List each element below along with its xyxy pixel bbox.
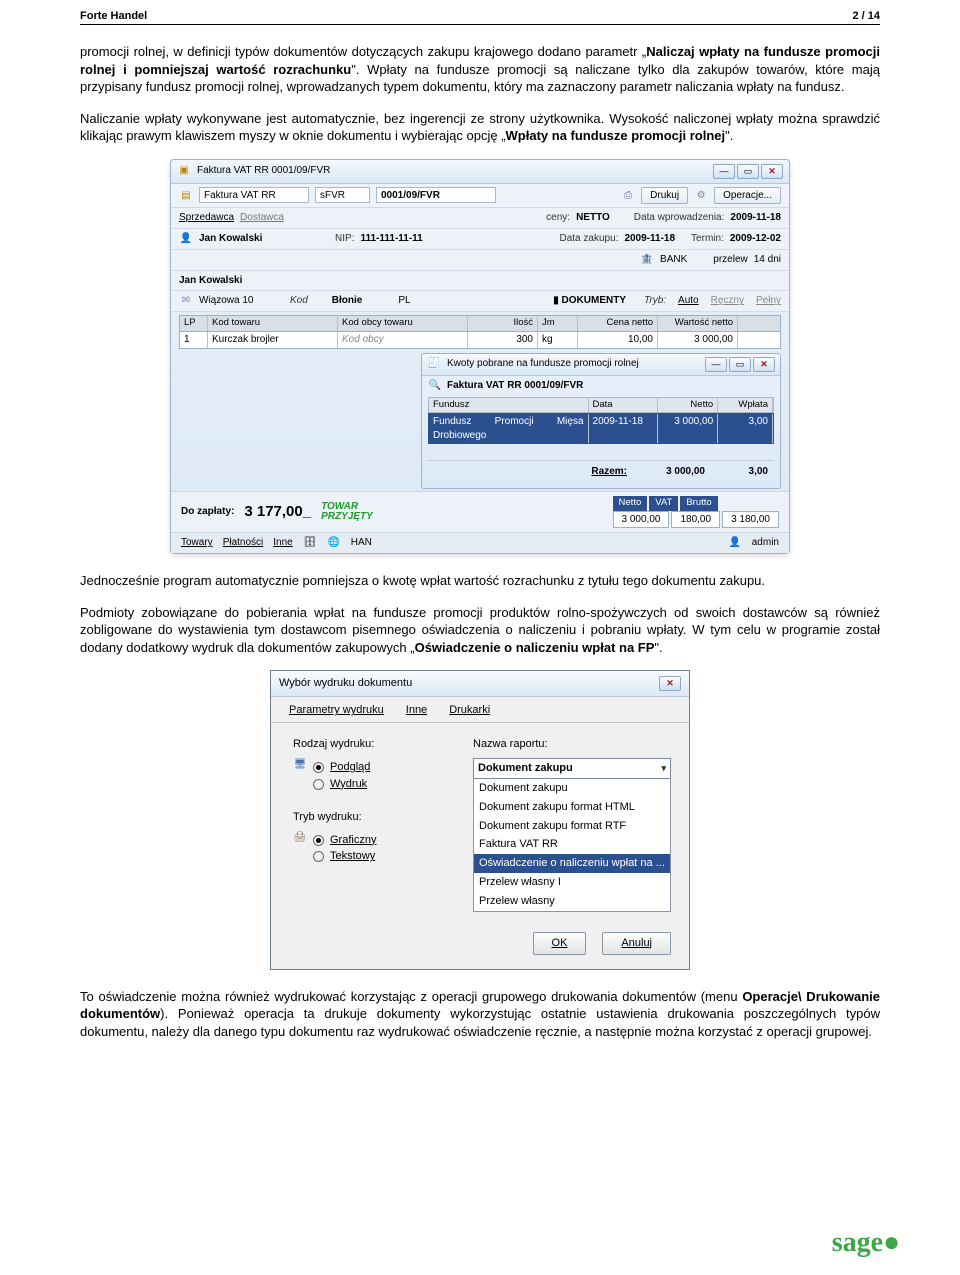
para-3: Jednocześnie program automatycznie pomni… — [80, 572, 880, 590]
number-field[interactable]: 0001/09/FVR — [376, 187, 496, 203]
globe-icon: 🌐 — [327, 536, 341, 550]
tab-dostawca[interactable]: Dostawca — [240, 211, 284, 225]
envelope-icon: ✉ — [179, 294, 193, 308]
cancel-button[interactable]: Anuluj — [602, 932, 671, 955]
minimize-button[interactable]: — — [713, 164, 735, 179]
sage-logo: sage● — [832, 1227, 900, 1259]
radio-tekstowy[interactable]: Tekstowy — [313, 849, 376, 864]
tab-platnosci[interactable]: Płatności — [223, 536, 264, 550]
ops-button[interactable]: Operacje... — [714, 187, 781, 205]
items-grid-row[interactable]: 1 Kurczak brojler Kod obcy 300 kg 10,00 … — [179, 332, 781, 349]
list-item[interactable]: Dokument zakupu format RTF — [474, 817, 670, 836]
fund-total-row: Razem: 3 000,00 3,00 — [428, 460, 774, 485]
rodzaj-label: Rodzaj wydruku: — [293, 737, 443, 752]
items-grid-header: LP Kod towaru Kod obcy towaru Ilość Jm C… — [179, 315, 781, 332]
dialog-close[interactable]: ✕ — [659, 676, 681, 691]
para-5: To oświadczenie można również wydrukować… — [80, 988, 880, 1041]
sub-close[interactable]: ✕ — [753, 357, 775, 372]
print-icon: ⎙ — [621, 188, 635, 202]
window-titlebar: ▣ Faktura VAT RR 0001/09/FVR — ▭ ✕ — [171, 160, 789, 184]
close-button[interactable]: ✕ — [761, 164, 783, 179]
tab-inne2[interactable]: Inne — [406, 703, 427, 722]
to-pay-value: 3 177,00_ — [244, 502, 311, 522]
tab-sprzedawca[interactable]: Sprzedawca — [179, 211, 234, 225]
list-item[interactable]: Dokument zakupu format HTML — [474, 798, 670, 817]
fund-grid-header: Fundusz Data Netto Wpłata — [428, 397, 774, 414]
para-4: Podmioty zobowiązane do pobierania wpłat… — [80, 604, 880, 657]
radio-podglad[interactable]: Podgląd — [313, 760, 370, 775]
nazwa-label: Nazwa raportu: — [473, 737, 671, 752]
fund-grid-row[interactable]: Fundusz Promocji Mięsa Drobiowego 2009-1… — [428, 413, 774, 444]
print-button[interactable]: Drukuj — [641, 187, 688, 205]
printer-icon: 🖨 — [293, 831, 307, 845]
header-rule — [80, 24, 880, 25]
radio-graficzny[interactable]: Graficzny — [313, 833, 376, 848]
seller-name: Jan Kowalski — [199, 232, 329, 246]
funds-subwindow: 🧾 Kwoty pobrane na fundusze promocji rol… — [421, 353, 781, 489]
tab-param[interactable]: Parametry wydruku — [289, 703, 384, 722]
doctype-field[interactable]: Faktura VAT RR — [199, 187, 309, 203]
radio-wydruk[interactable]: Wydruk — [313, 777, 370, 792]
report-combo[interactable]: Dokument zakupu▾ — [473, 758, 671, 779]
list-item[interactable]: Przelew własny — [474, 892, 670, 911]
list-item[interactable]: Dokument zakupu — [474, 779, 670, 798]
ok-button[interactable]: OK — [533, 932, 587, 955]
para-2: Naliczanie wpłaty wykonywane jest automa… — [80, 110, 880, 145]
chevron-down-icon: ▾ — [661, 762, 666, 774]
list-item[interactable]: Faktura VAT RR — [474, 835, 670, 854]
tab-drukarki[interactable]: Drukarki — [449, 703, 490, 722]
dialog-title: Wybór wydruku dokumentu — [279, 676, 412, 691]
list-item-selected[interactable]: Oświadczenie o naliczeniu wpłat na ... — [474, 854, 670, 873]
gear-icon: ⚙ — [694, 188, 708, 202]
user-icon: 👤 — [728, 536, 742, 550]
db-icon: 🗄 — [303, 536, 317, 550]
tab-inne[interactable]: Inne — [273, 536, 292, 550]
invoice-window: ▣ Faktura VAT RR 0001/09/FVR — ▭ ✕ ▤ Fak… — [170, 159, 790, 554]
report-list[interactable]: Dokument zakupu Dokument zakupu format H… — [473, 779, 671, 912]
para-1: promocji rolnej, w definicji typów dokum… — [80, 43, 880, 96]
page-header: Forte Handel 2 / 14 — [0, 0, 960, 24]
sub-maximize[interactable]: ▭ — [729, 357, 751, 372]
header-page: 2 / 14 — [852, 10, 880, 22]
code-field[interactable]: sFVR — [315, 187, 370, 203]
funds-icon: 🧾 — [427, 357, 441, 371]
person-icon: 👤 — [179, 232, 193, 246]
bank-icon: 🏦 — [640, 253, 654, 267]
print-dialog: Wybór wydruku dokumentu ✕ Parametry wydr… — [270, 670, 690, 969]
body-text: promocji rolnej, w definicji typów dokum… — [0, 43, 960, 1040]
tab-towary[interactable]: Towary — [181, 536, 213, 550]
doc-icon: ▣ — [177, 164, 191, 178]
to-pay-label: Do zapłaty: — [181, 505, 234, 519]
window-title: Faktura VAT RR 0001/09/FVR — [197, 164, 330, 178]
lens-icon: 🔍 — [428, 379, 442, 393]
doc-icon: ▤ — [179, 188, 193, 202]
header-left: Forte Handel — [80, 10, 147, 22]
list-item[interactable]: Przelew własny I — [474, 873, 670, 892]
goods-accepted-stamp: TOWAR PRZYJĘTY — [321, 502, 373, 522]
sub-minimize[interactable]: — — [705, 357, 727, 372]
subwindow-title: Kwoty pobrane na fundusze promocji rolne… — [447, 357, 639, 371]
tryb-label: Tryb wydruku: — [293, 810, 443, 825]
maximize-button[interactable]: ▭ — [737, 164, 759, 179]
monitor-icon: 🖥 — [293, 758, 307, 772]
